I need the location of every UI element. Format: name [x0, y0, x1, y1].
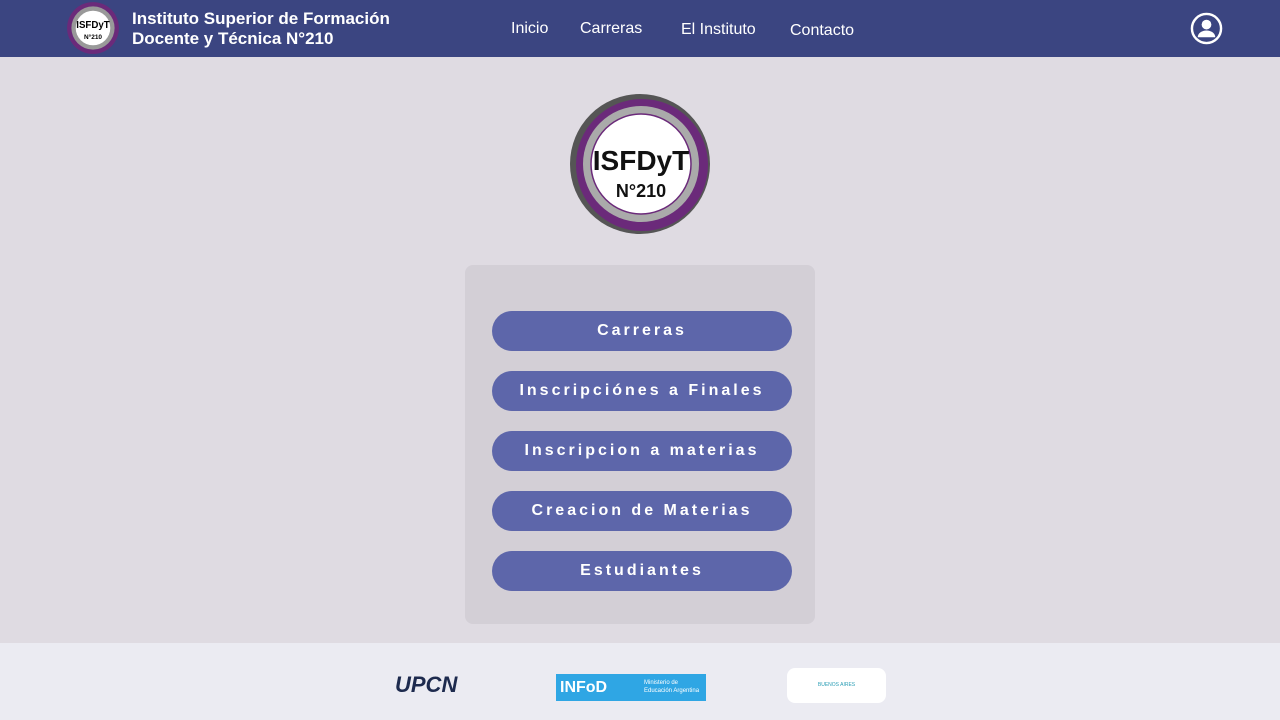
institute-title: Instituto Superior de Formación Docente …: [132, 9, 390, 49]
institute-logo: ISFDyT N°210: [570, 94, 710, 234]
upcn-logo[interactable]: UPCN: [395, 672, 457, 698]
infod-text: INFoD: [560, 679, 608, 696]
title-line-1: Instituto Superior de Formación: [132, 9, 390, 28]
buenos-aires-logo[interactable]: BUENOS AIRES: [787, 668, 886, 703]
svg-text:N°210: N°210: [84, 33, 102, 41]
nav-contacto[interactable]: Contacto: [790, 22, 854, 40]
inscripciones-finales-button[interactable]: Inscripciónes a Finales: [492, 371, 792, 411]
institute-logo-small[interactable]: ISFDyT N°210: [66, 1, 120, 55]
svg-text:N°210: N°210: [616, 181, 666, 201]
nav-inicio[interactable]: Inicio: [511, 20, 548, 38]
ministry-text: Ministerio de Educación Argentina: [644, 680, 700, 694]
header: ISFDyT N°210 Instituto Superior de Forma…: [0, 0, 1280, 57]
inscripcion-materias-button[interactable]: Inscripcion a materias: [492, 431, 792, 471]
user-account-icon[interactable]: [1190, 12, 1223, 45]
svg-text:ISFDyT: ISFDyT: [76, 20, 110, 31]
menu-panel: Carreras Inscripciónes a Finales Inscrip…: [465, 265, 815, 624]
nav-el-instituto[interactable]: El Instituto: [681, 21, 756, 39]
carreras-button[interactable]: Carreras: [492, 311, 792, 351]
title-line-2: Docente y Técnica N°210: [132, 29, 334, 48]
creacion-materias-button[interactable]: Creacion de Materias: [492, 491, 792, 531]
infod-logo[interactable]: INFoD Ministerio de Educación Argentina: [556, 674, 706, 701]
estudiantes-button[interactable]: Estudiantes: [492, 551, 792, 591]
svg-text:ISFDyT: ISFDyT: [593, 145, 689, 176]
nav-carreras[interactable]: Carreras: [580, 20, 642, 38]
